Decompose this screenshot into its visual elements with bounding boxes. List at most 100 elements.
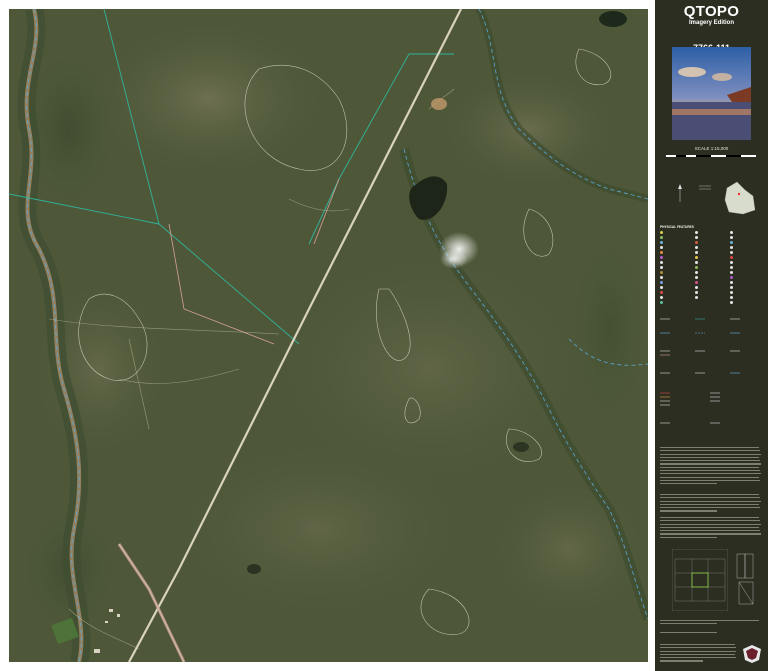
cover-photo xyxy=(672,47,751,140)
legend-dot-icon xyxy=(695,291,698,294)
fine-print-line xyxy=(660,644,735,646)
legend-dot-icon xyxy=(660,291,663,294)
fine-print-line xyxy=(660,483,717,485)
legend-symbol xyxy=(695,231,700,234)
legend-symbol xyxy=(695,286,700,289)
disclaimer-text-block xyxy=(660,517,763,543)
fine-print-line xyxy=(660,523,761,525)
legend-dot-icon xyxy=(730,241,733,244)
legend-dot-icon xyxy=(660,251,663,254)
legend-symbol xyxy=(660,261,665,264)
fine-print-line xyxy=(660,660,703,662)
legend-symbol xyxy=(695,271,700,274)
legend-dot-icon xyxy=(695,236,698,239)
legend-dot-icon xyxy=(660,296,663,299)
scale-label: SCALE 1:15,000 xyxy=(694,146,729,151)
legend-dot-icon xyxy=(695,286,698,289)
legend-symbol xyxy=(695,256,700,259)
legend-symbol xyxy=(660,276,665,279)
fine-print-line xyxy=(660,456,759,459)
legend-symbol xyxy=(730,246,735,249)
map-legend: PHYSICAL FEATURES xyxy=(660,225,764,440)
disclaimer-text-block xyxy=(660,447,763,487)
legend-symbol xyxy=(730,266,735,269)
legend-dot-icon xyxy=(660,301,663,304)
legend-dot-icon xyxy=(695,281,698,284)
fine-print-line xyxy=(660,447,759,449)
fine-print-line xyxy=(660,526,759,529)
legend-dot-icon xyxy=(730,236,733,239)
legend-dot-icon xyxy=(730,251,733,254)
legend-symbol xyxy=(730,301,735,304)
fine-print-line xyxy=(660,536,717,538)
brand-title: QTOPO xyxy=(683,3,740,20)
legend-dot-icon xyxy=(695,296,698,299)
fine-print-line xyxy=(660,479,760,481)
fine-print-line xyxy=(660,647,736,649)
legend-dot-icon xyxy=(695,231,698,234)
legend-symbol xyxy=(730,281,735,284)
legend-symbol xyxy=(730,236,735,239)
satellite-imagery[interactable] xyxy=(9,9,648,662)
legend-symbol xyxy=(660,291,665,294)
legend-symbol xyxy=(730,271,735,274)
legend-dot-icon xyxy=(660,266,663,269)
legend-symbol xyxy=(695,276,700,279)
legend-symbol xyxy=(695,281,700,284)
legend-dot-icon xyxy=(695,256,698,259)
legend-dot-icon xyxy=(730,256,733,259)
legend-dot-icon xyxy=(730,291,733,294)
fine-print-line xyxy=(660,500,761,502)
legend-symbol xyxy=(660,266,665,269)
legend-symbol xyxy=(730,286,735,289)
fine-print-line xyxy=(660,463,761,465)
legend-dot-icon xyxy=(730,231,733,234)
fine-print-line xyxy=(660,476,759,478)
legend-dot-icon xyxy=(695,261,698,264)
edition-label: Imagery Edition xyxy=(688,20,734,26)
legend-symbol xyxy=(730,241,735,244)
fine-print-line xyxy=(660,469,760,472)
fine-print-line xyxy=(660,453,761,455)
legend-dot-icon xyxy=(730,281,733,284)
legend-symbol xyxy=(660,256,665,259)
legend-symbol xyxy=(695,261,700,264)
locality-inset xyxy=(678,181,756,215)
legend-symbol xyxy=(730,291,735,294)
legend-dot-icon xyxy=(695,276,698,279)
fine-print-line xyxy=(660,650,737,652)
legend-dot-icon xyxy=(695,251,698,254)
legend-symbol xyxy=(695,251,700,254)
fine-print-line xyxy=(660,473,761,475)
legend-dot-icon xyxy=(660,271,663,274)
legend-dot-icon xyxy=(660,231,663,234)
legend-dot-icon xyxy=(695,271,698,274)
fine-print-line xyxy=(660,632,717,634)
legend-dot-icon xyxy=(730,286,733,289)
fine-print-line xyxy=(660,460,760,462)
legend-dot-icon xyxy=(660,246,663,249)
map-canvas[interactable] xyxy=(9,9,648,662)
disclaimer-text-block xyxy=(660,644,738,666)
legend-symbol xyxy=(660,271,665,274)
legend-dot-icon xyxy=(660,241,663,244)
legend-symbol xyxy=(660,236,665,239)
legend-symbol xyxy=(695,236,700,239)
legend-dot-icon xyxy=(730,296,733,299)
legend-symbol xyxy=(660,231,665,234)
legend-symbol xyxy=(660,251,665,254)
fine-print-line xyxy=(660,520,760,522)
legend-symbol xyxy=(730,261,735,264)
legend-symbol xyxy=(695,266,700,269)
legend-symbol xyxy=(730,251,735,254)
legend-dot-icon xyxy=(695,246,698,249)
legend-symbol xyxy=(660,281,665,284)
fine-print-line xyxy=(660,507,760,509)
map-frame xyxy=(0,0,655,671)
adjoining-sheets-index xyxy=(672,549,728,611)
legend-symbol xyxy=(730,256,735,259)
legend-symbol xyxy=(730,231,735,234)
legend-dot-icon xyxy=(730,271,733,274)
legend-symbol xyxy=(660,246,665,249)
legend-symbol xyxy=(660,296,665,299)
